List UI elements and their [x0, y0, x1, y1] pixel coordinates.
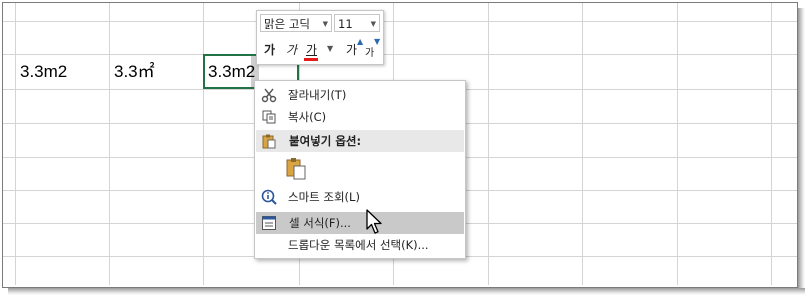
gridline-col — [582, 3, 583, 285]
menu-section-paste-options: 붙여넣기 옵션: — [256, 130, 464, 152]
gridline-col — [203, 3, 204, 285]
gridline-col — [771, 3, 772, 285]
decrease-font-button[interactable]: 가 — [365, 44, 374, 59]
menu-item-label: 셀 서식(F)... — [289, 216, 351, 230]
menu-item-cut[interactable]: 잘라내기(T) — [255, 84, 465, 106]
gridline-col — [15, 3, 16, 285]
font-name-value: 맑은 고딕 — [264, 17, 310, 31]
menu-item-pick-from-list[interactable]: 드롭다운 목록에서 선택(K)... — [255, 234, 465, 256]
chevron-down-icon[interactable]: ▼ — [327, 44, 333, 53]
gridline-row — [3, 21, 797, 22]
menu-item-copy[interactable]: 복사(C) — [255, 106, 465, 128]
gridline-col — [677, 3, 678, 285]
menu-item-format-cells[interactable]: 셀 서식(F)... — [256, 212, 464, 234]
menu-item-label: 복사(C) — [288, 110, 327, 124]
font-color-swatch — [304, 58, 318, 61]
paste-option-icon[interactable] — [285, 156, 307, 180]
format-cells-icon — [262, 216, 276, 230]
arrow-down-icon: ▼ — [374, 37, 381, 46]
menu-item-smart-lookup[interactable]: 스마트 조회(L) — [255, 186, 465, 208]
mouse-cursor-icon — [366, 209, 382, 234]
italic-button[interactable]: 가 — [286, 41, 297, 58]
paste-icon — [262, 134, 276, 149]
cell-c2[interactable]: 3.3㎡ — [114, 55, 155, 89]
menu-item-label: 잘라내기(T) — [288, 88, 347, 102]
window-shadow-bottom — [8, 288, 805, 295]
gridline-col — [488, 3, 489, 285]
mini-toolbar: 맑은 고딕 ▼ 11 ▼ 가 가 가 ▼ 가 ▲ 가 ▼ — [256, 10, 384, 65]
chevron-down-icon: ▼ — [322, 20, 328, 28]
menu-item-label: 드롭다운 목록에서 선택(K)... — [288, 238, 429, 252]
font-size-combo[interactable]: 11 ▼ — [334, 14, 380, 32]
increase-font-button[interactable]: 가 — [346, 41, 357, 58]
copy-icon — [262, 110, 276, 124]
scissors-icon — [261, 88, 277, 103]
font-size-value: 11 — [338, 17, 353, 31]
font-color-button[interactable]: 가 — [306, 41, 317, 58]
font-name-combo[interactable]: 맑은 고딕 ▼ — [260, 14, 332, 32]
bold-button[interactable]: 가 — [264, 41, 275, 58]
context-menu: 잘라내기(T) 복사(C) 붙여넣기 옵션: 스마트 조회(L) 셀 서식(F)… — [254, 80, 466, 259]
window-shadow-right — [798, 8, 805, 291]
gridline-col — [109, 3, 110, 285]
cell-b2[interactable]: 3.3m2 — [20, 55, 67, 89]
smart-lookup-icon — [261, 189, 277, 205]
menu-item-label: 스마트 조회(L) — [288, 190, 360, 204]
menu-section-label: 붙여넣기 옵션: — [289, 134, 362, 148]
arrow-up-icon: ▲ — [357, 37, 364, 46]
chevron-down-icon: ▼ — [370, 20, 376, 28]
